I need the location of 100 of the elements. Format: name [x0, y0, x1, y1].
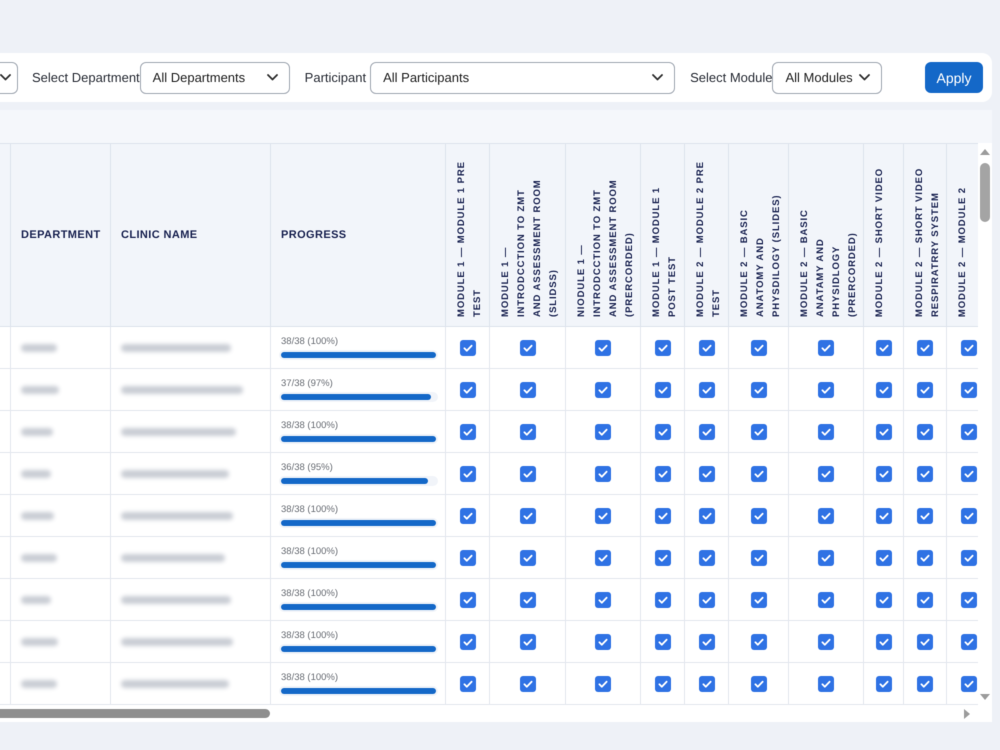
checkbox[interactable] — [818, 550, 834, 566]
checkbox[interactable] — [917, 508, 933, 524]
checkbox[interactable] — [595, 382, 611, 398]
checkbox[interactable] — [520, 634, 536, 650]
checkbox[interactable] — [876, 424, 892, 440]
checkbox[interactable] — [698, 676, 714, 692]
checkbox[interactable] — [876, 382, 892, 398]
checkbox[interactable] — [750, 550, 766, 566]
dropdown-select[interactable]: All Departments — [140, 62, 290, 94]
checkbox[interactable] — [698, 592, 714, 608]
checkbox[interactable] — [698, 634, 714, 650]
checkbox[interactable] — [698, 466, 714, 482]
checkbox[interactable] — [654, 592, 670, 608]
checkbox[interactable] — [520, 508, 536, 524]
checkbox[interactable] — [750, 424, 766, 440]
checkbox[interactable] — [818, 634, 834, 650]
checkbox[interactable] — [818, 508, 834, 524]
checkbox[interactable] — [917, 634, 933, 650]
checkbox[interactable] — [917, 424, 933, 440]
scrollbar-thumb[interactable] — [0, 709, 270, 718]
checkbox[interactable] — [960, 676, 976, 692]
checkbox[interactable] — [818, 340, 834, 356]
checkbox[interactable] — [917, 676, 933, 692]
checkbox[interactable] — [818, 382, 834, 398]
checkbox[interactable] — [595, 466, 611, 482]
dropdown-select[interactable] — [0, 62, 18, 94]
checkbox[interactable] — [654, 466, 670, 482]
checkbox[interactable] — [654, 340, 670, 356]
checkbox[interactable] — [520, 424, 536, 440]
checkbox[interactable] — [917, 382, 933, 398]
checkbox[interactable] — [460, 382, 476, 398]
checkbox[interactable] — [876, 508, 892, 524]
checkbox[interactable] — [818, 676, 834, 692]
checkbox[interactable] — [595, 634, 611, 650]
checkbox[interactable] — [960, 508, 976, 524]
checkbox[interactable] — [750, 340, 766, 356]
checkbox[interactable] — [698, 424, 714, 440]
checkbox[interactable] — [876, 592, 892, 608]
checkbox[interactable] — [750, 634, 766, 650]
checkbox[interactable] — [460, 466, 476, 482]
checkbox[interactable] — [876, 634, 892, 650]
checkbox[interactable] — [960, 550, 976, 566]
checkbox[interactable] — [520, 676, 536, 692]
checkbox[interactable] — [960, 424, 976, 440]
checkbox[interactable] — [917, 340, 933, 356]
checkbox[interactable] — [818, 424, 834, 440]
checkbox[interactable] — [654, 634, 670, 650]
checkbox[interactable] — [917, 466, 933, 482]
checkbox[interactable] — [595, 508, 611, 524]
checkbox[interactable] — [460, 634, 476, 650]
checkbox[interactable] — [750, 592, 766, 608]
checkbox[interactable] — [750, 382, 766, 398]
checkbox[interactable] — [818, 592, 834, 608]
checkbox[interactable] — [654, 550, 670, 566]
checkbox[interactable] — [960, 382, 976, 398]
checkbox[interactable] — [595, 676, 611, 692]
checkbox[interactable] — [876, 676, 892, 692]
checkbox[interactable] — [654, 382, 670, 398]
checkbox[interactable] — [698, 508, 714, 524]
checkbox[interactable] — [460, 508, 476, 524]
scroll-down-icon[interactable] — [980, 694, 990, 700]
checkbox[interactable] — [750, 466, 766, 482]
checkbox[interactable] — [654, 508, 670, 524]
checkbox[interactable] — [698, 382, 714, 398]
checkbox[interactable] — [460, 550, 476, 566]
scrollbar-thumb[interactable] — [980, 163, 990, 222]
checkbox[interactable] — [917, 592, 933, 608]
checkbox[interactable] — [960, 634, 976, 650]
dropdown-select[interactable]: All Participants — [370, 62, 676, 94]
checkbox[interactable] — [520, 592, 536, 608]
apply-button[interactable]: Apply — [925, 62, 983, 93]
scroll-right-icon[interactable] — [964, 708, 970, 718]
checkbox[interactable] — [698, 340, 714, 356]
checkbox[interactable] — [917, 550, 933, 566]
checkbox[interactable] — [818, 466, 834, 482]
checkbox[interactable] — [595, 550, 611, 566]
checkbox[interactable] — [595, 592, 611, 608]
checkbox[interactable] — [876, 550, 892, 566]
checkbox[interactable] — [520, 340, 536, 356]
checkbox[interactable] — [876, 340, 892, 356]
dropdown-select[interactable]: All Modules — [772, 62, 882, 94]
checkbox[interactable] — [654, 676, 670, 692]
checkbox[interactable] — [750, 508, 766, 524]
checkbox[interactable] — [520, 382, 536, 398]
checkbox[interactable] — [750, 676, 766, 692]
checkbox[interactable] — [595, 340, 611, 356]
checkbox[interactable] — [960, 466, 976, 482]
checkbox[interactable] — [595, 424, 611, 440]
checkbox[interactable] — [654, 424, 670, 440]
checkbox[interactable] — [876, 466, 892, 482]
checkbox[interactable] — [520, 550, 536, 566]
checkbox[interactable] — [460, 340, 476, 356]
scroll-up-icon[interactable] — [980, 149, 990, 155]
checkbox[interactable] — [460, 424, 476, 440]
checkbox[interactable] — [698, 550, 714, 566]
checkbox[interactable] — [460, 592, 476, 608]
checkbox[interactable] — [960, 340, 976, 356]
checkbox[interactable] — [960, 592, 976, 608]
checkbox[interactable] — [520, 466, 536, 482]
checkbox[interactable] — [460, 676, 476, 692]
